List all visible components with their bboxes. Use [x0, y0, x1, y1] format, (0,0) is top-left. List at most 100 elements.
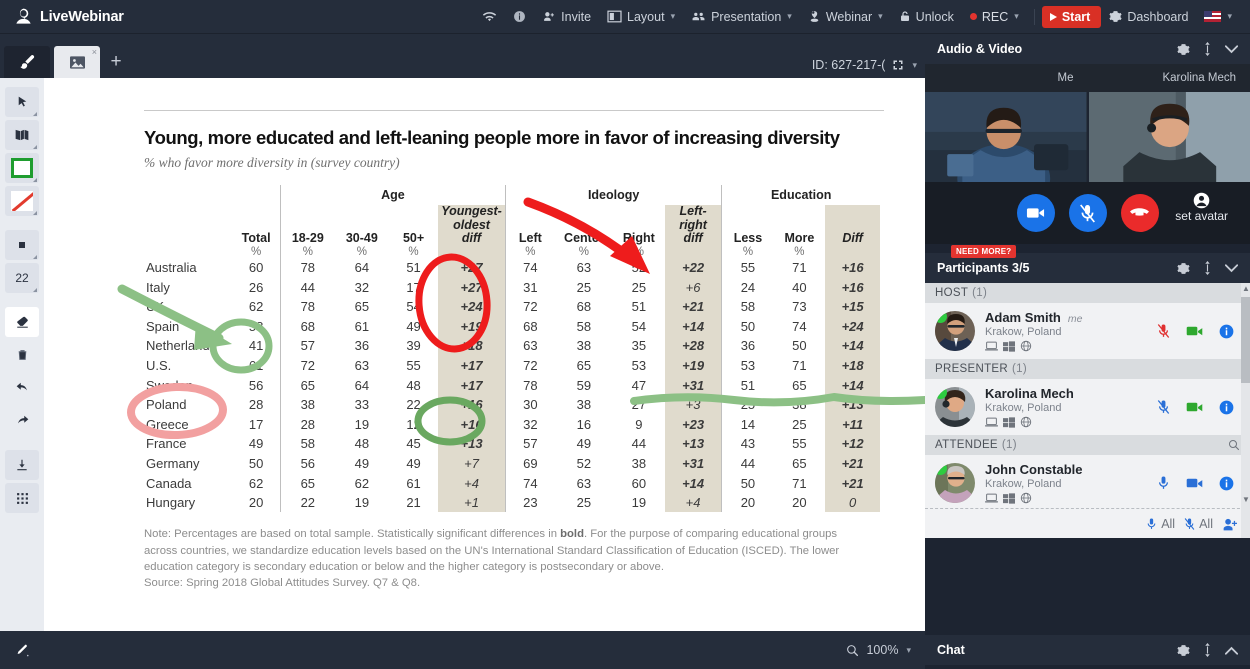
select-tool[interactable]: [5, 87, 39, 117]
resize-icon[interactable]: [1203, 42, 1212, 56]
participant-row[interactable]: John Constable Krakow, Poland: [925, 455, 1250, 511]
col-more: More: [784, 231, 815, 246]
close-icon[interactable]: ×: [92, 47, 97, 57]
dashboard-button[interactable]: Dashboard: [1101, 4, 1196, 30]
font-size-tool[interactable]: 22: [5, 263, 39, 293]
search-icon[interactable]: [1228, 439, 1240, 451]
unmute-all-button[interactable]: All: [1146, 517, 1175, 531]
info-icon[interactable]: [1219, 400, 1234, 415]
delete-tool[interactable]: [5, 340, 39, 370]
language-selector[interactable]: ▾: [1196, 5, 1240, 28]
add-tab-button[interactable]: +: [100, 46, 132, 78]
chevron-down-icon[interactable]: [1225, 44, 1238, 54]
chevron-up-icon[interactable]: [1225, 646, 1238, 655]
chevron-down-icon[interactable]: ▾: [912, 60, 917, 71]
info-icon[interactable]: [1219, 476, 1234, 491]
mic-mute-button[interactable]: [1068, 194, 1107, 232]
expand-icon[interactable]: [892, 59, 904, 71]
tool-expand-corner-icon: [33, 288, 37, 292]
mute-all-button[interactable]: All: [1184, 517, 1213, 531]
camera-button[interactable]: [1016, 194, 1055, 232]
redo-tool[interactable]: [5, 406, 39, 436]
whiteboard-canvas[interactable]: Young, more educated and left-leaning pe…: [44, 78, 925, 631]
invite-button[interactable]: Invite: [534, 4, 599, 30]
mic-icon[interactable]: [1157, 475, 1170, 491]
gear-icon[interactable]: [1177, 644, 1190, 657]
layout-menu[interactable]: Layout ▾: [599, 4, 683, 30]
cell-center: 16: [576, 416, 592, 432]
cell-center: 65: [576, 358, 592, 374]
download-tool[interactable]: [5, 450, 39, 480]
info-button[interactable]: [505, 4, 534, 29]
set-avatar-button[interactable]: set avatar: [1175, 192, 1228, 223]
scroll-down-icon[interactable]: ▼: [1242, 495, 1250, 504]
unit-center: %: [578, 245, 589, 258]
cell-edu-diff: +16: [825, 257, 880, 278]
camera-icon[interactable]: [1186, 477, 1203, 489]
pew-research-table-slide: Young, more educated and left-leaning pe…: [144, 110, 884, 591]
mic-muted-icon[interactable]: [1157, 399, 1170, 415]
participant-name: Karolina Mech: [985, 386, 1074, 401]
participants-panel-header: NEED MORE? Participants 3/5: [925, 245, 1250, 283]
brush-tab[interactable]: [4, 46, 50, 78]
table-row: Hungary 20 22 19 21 +1 23 25 19 +4 20 20 0: [144, 492, 880, 513]
room-id-chip[interactable]: ID: 627-217-( ▾: [812, 58, 917, 72]
camera-icon[interactable]: [1186, 401, 1203, 413]
shape-tool[interactable]: [5, 120, 39, 150]
stroke-color-tool[interactable]: [5, 186, 39, 216]
col-age-diff: Youngest-oldest diff: [438, 205, 506, 246]
rec-button[interactable]: REC ▾: [962, 4, 1027, 30]
start-button[interactable]: Start: [1041, 5, 1102, 28]
presentation-menu[interactable]: Presentation ▾: [683, 4, 800, 30]
participants-list[interactable]: HOST (1) Adam Smith me Krakow, Poland PRESENT…: [925, 283, 1250, 538]
eraser-tool[interactable]: [5, 307, 39, 337]
need-more-badge[interactable]: NEED MORE?: [951, 245, 1017, 258]
cell-country: Greece: [146, 416, 189, 432]
grid-tool[interactable]: [5, 483, 39, 513]
cell-right: 9: [635, 416, 643, 432]
resize-icon[interactable]: [1203, 643, 1212, 657]
info-icon[interactable]: [1219, 324, 1234, 339]
wifi-status[interactable]: [474, 5, 505, 29]
start-label: Start: [1061, 9, 1091, 24]
cell-edu-diff: +21: [825, 473, 880, 493]
participants-scrollbar[interactable]: ▲ ▼: [1241, 283, 1250, 538]
unlock-button[interactable]: Unlock: [891, 4, 962, 30]
gear-icon[interactable]: [1177, 262, 1190, 275]
cell-more: 65: [792, 456, 807, 471]
unit-less: %: [721, 245, 774, 258]
brand-logo-area[interactable]: LiveWebinar: [0, 7, 124, 26]
scrollbar-thumb[interactable]: [1241, 297, 1250, 383]
mic-muted-icon[interactable]: [1157, 323, 1170, 339]
cell-total: 62: [248, 475, 264, 491]
chevron-down-icon[interactable]: [1225, 263, 1238, 273]
cell-age-diff: +18: [438, 336, 506, 356]
video-tile-me[interactable]: [925, 92, 1087, 182]
undo-tool[interactable]: [5, 373, 39, 403]
cell-left: 57: [504, 434, 555, 454]
zoom-control[interactable]: 100% ▾: [846, 643, 911, 657]
group-blank2: [232, 185, 280, 205]
hangup-button[interactable]: [1120, 194, 1159, 232]
cell-more: 71: [792, 260, 807, 276]
participant-row[interactable]: Adam Smith me Krakow, Poland: [925, 303, 1250, 359]
chevron-down-icon[interactable]: ▾: [906, 645, 911, 656]
tool-expand-corner-icon: [33, 112, 37, 116]
video-tile-karolina[interactable]: [1086, 92, 1250, 182]
scroll-up-icon[interactable]: ▲: [1242, 284, 1250, 293]
table-row: Greece 17 28 19 12 +16 32 16 9 +23 14 25 +11: [144, 414, 880, 435]
camera-icon[interactable]: [1186, 325, 1203, 337]
resize-icon[interactable]: [1203, 261, 1212, 275]
point-size-tool[interactable]: [5, 230, 39, 260]
cell-more: 74: [792, 318, 807, 334]
section-label: ATTENDEE: [935, 439, 998, 451]
gear-icon[interactable]: [1177, 43, 1190, 56]
participant-row[interactable]: Karolina Mech Krakow, Poland: [925, 379, 1250, 435]
webinar-menu[interactable]: Webinar ▾: [800, 4, 891, 30]
pen-icon[interactable]: [14, 643, 29, 658]
fill-color-tool[interactable]: [5, 153, 39, 183]
image-tab[interactable]: ×: [54, 46, 100, 78]
top-bar-actions: Invite Layout ▾ Presentation ▾ Webinar ▾…: [474, 4, 1250, 30]
add-user-button[interactable]: [1222, 517, 1238, 531]
cell-country: Netherlands: [146, 338, 217, 354]
